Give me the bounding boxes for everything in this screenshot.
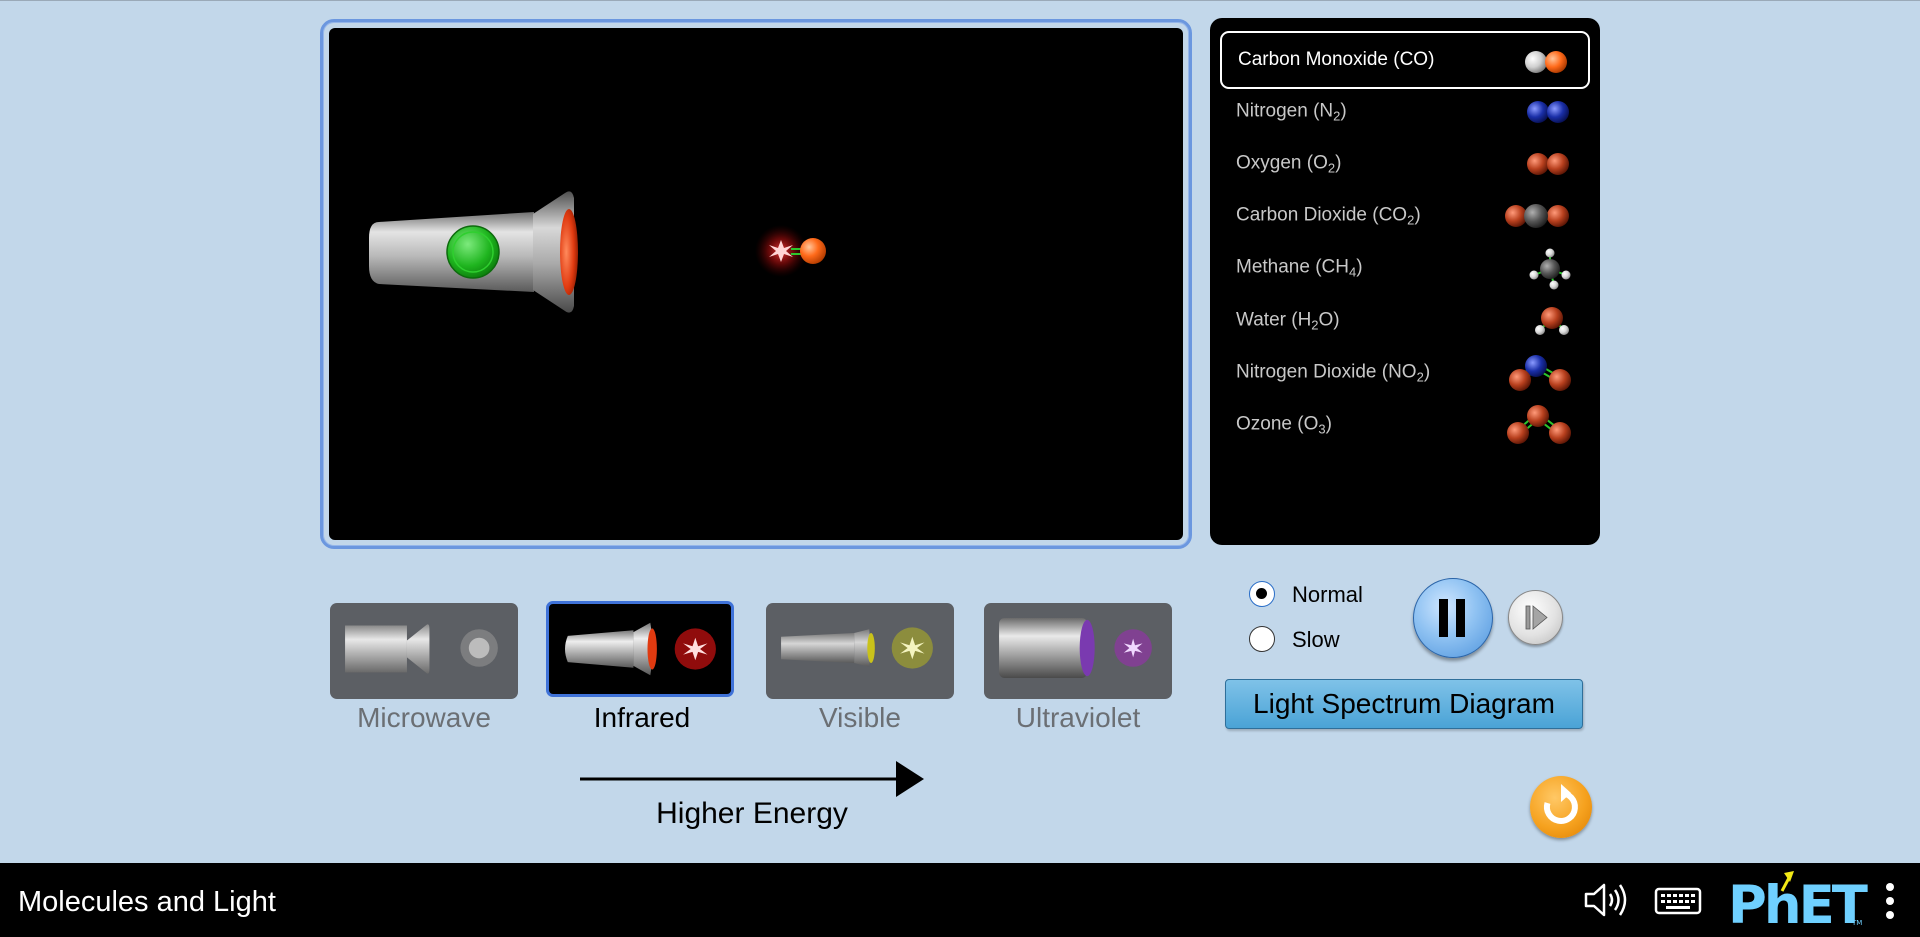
infrared-source-icon — [565, 622, 716, 676]
light-source-visible-button[interactable] — [766, 603, 954, 699]
molecule-option-n2[interactable]: Nitrogen (N2) — [1220, 83, 1590, 141]
light-source-ultraviolet-label: Ultraviolet — [1015, 702, 1141, 733]
molecule-name: Oxygen (O — [1236, 152, 1328, 174]
light-source-visible-label: Visible — [819, 702, 901, 733]
molecule-option-o2[interactable]: Oxygen (O2) — [1220, 135, 1590, 193]
molecule-option-no2[interactable]: Nitrogen Dioxide (NO2) — [1220, 344, 1590, 402]
visible-source-icon — [781, 627, 933, 669]
n2-molecule-icon — [1527, 101, 1569, 123]
light-source-infrared-label: Infrared — [593, 702, 691, 733]
higher-energy-label: Higher Energy — [656, 797, 848, 830]
step-forward-icon — [1525, 605, 1548, 630]
molecule-name-suffix: ) — [1335, 152, 1342, 174]
speed-slow-radio[interactable]: Slow — [1249, 626, 1389, 656]
molecule-option-co2[interactable]: Carbon Dioxide (CO2) — [1220, 187, 1590, 245]
speed-normal-label: Normal — [1292, 582, 1363, 607]
molecule-name-suffix: ) — [1325, 413, 1332, 435]
molecule-name: Nitrogen (N — [1236, 100, 1334, 122]
light-source-infrared-button[interactable] — [546, 601, 734, 697]
molecule-option-h2o[interactable]: Water (H2O) — [1220, 292, 1590, 350]
molecule-option-label: Carbon Dioxide (CO2) — [1236, 205, 1421, 228]
ch4-molecule-icon — [1529, 248, 1571, 290]
speed-slow-label: Slow — [1292, 627, 1340, 652]
molecule-name: Ozone (O — [1236, 413, 1319, 435]
molecule-option-label: Oxygen (O2) — [1236, 153, 1341, 176]
svg-text:PhET: PhET — [1728, 875, 1868, 931]
molecule-option-label: Nitrogen Dioxide (NO2) — [1236, 362, 1430, 385]
observation-window — [320, 19, 1192, 549]
audio-toggle-icon[interactable] — [1582, 879, 1632, 921]
molecule-name-suffix: ) — [1356, 256, 1363, 278]
molecule-option-label: Methane (CH4) — [1236, 257, 1363, 280]
radio-indicator — [1249, 626, 1275, 652]
speed-normal-radio[interactable]: Normal — [1249, 581, 1389, 611]
molecule-subscript: 2 — [1311, 317, 1319, 333]
molecule-option-label: Nitrogen (N2) — [1236, 101, 1347, 124]
pause-button[interactable] — [1413, 578, 1493, 658]
phet-logo[interactable]: PhET TM — [1724, 869, 1870, 931]
navigation-bar: Molecules and Light PhET TM — [0, 863, 1920, 937]
top-border — [0, 0, 1920, 1]
radio-indicator — [1249, 581, 1275, 607]
molecule-selection-panel: Carbon Monoxide (CO) Nitrogen (N2) Oxygen … — [1210, 18, 1600, 545]
molecule-name-suffix: ) — [1340, 100, 1347, 122]
molecule-name-suffix: ) — [1423, 361, 1431, 383]
sim-title: Molecules and Light — [18, 886, 276, 918]
pause-icon-left-bar — [1439, 599, 1448, 637]
keyboard-help-icon[interactable] — [1654, 883, 1702, 917]
molecule-option-label: Water (H2O) — [1236, 310, 1340, 333]
light-spectrum-diagram-button[interactable]: Light Spectrum Diagram — [1225, 679, 1583, 729]
reset-icon — [1543, 784, 1578, 824]
molecule-subscript: 3 — [1318, 421, 1326, 437]
molecule-name-suffix: ) — [1414, 204, 1421, 226]
molecule-option-co[interactable]: Carbon Monoxide (CO) — [1220, 31, 1590, 89]
molecule-name-suffix: O) — [1318, 309, 1340, 331]
step-forward-button[interactable] — [1508, 590, 1563, 645]
molecule-option-ch4[interactable]: Methane (CH4) — [1220, 239, 1590, 297]
molecule-name: Carbon Monoxide (CO) — [1238, 49, 1435, 70]
molecule-name: Methane (CH — [1236, 256, 1349, 278]
molecule-name: Carbon Dioxide (CO — [1236, 204, 1408, 226]
microwave-source-icon — [345, 624, 498, 674]
light-source-ultraviolet-button[interactable] — [984, 603, 1172, 699]
molecule-option-label: Ozone (O3) — [1236, 414, 1332, 437]
no2-molecule-icon — [1509, 355, 1571, 391]
o3-molecule-icon — [1507, 405, 1571, 444]
molecule-option-label: Carbon Monoxide (CO) — [1238, 49, 1434, 71]
pause-icon-right-bar — [1456, 599, 1465, 637]
o2-molecule-icon — [1527, 153, 1569, 175]
ultraviolet-source-icon — [999, 618, 1152, 678]
light-source-microwave-label: Microwave — [357, 702, 491, 733]
h2o-molecule-icon — [1535, 307, 1569, 335]
molecule-name: Water (H — [1236, 309, 1312, 331]
more-options-icon[interactable] — [1880, 881, 1900, 921]
reset-all-button[interactable] — [1530, 776, 1592, 838]
infrared-emitter-lamp — [369, 191, 578, 313]
molecule-name: Nitrogen Dioxide (NO — [1236, 361, 1417, 383]
infrared-photon — [755, 225, 807, 277]
svg-text:TM: TM — [1851, 919, 1862, 927]
molecule-option-o3[interactable]: Ozone (O3) — [1220, 396, 1590, 454]
molecule-subscript: 2 — [1416, 369, 1424, 385]
light-source-microwave-button[interactable] — [330, 603, 518, 699]
co2-molecule-icon — [1505, 204, 1569, 228]
